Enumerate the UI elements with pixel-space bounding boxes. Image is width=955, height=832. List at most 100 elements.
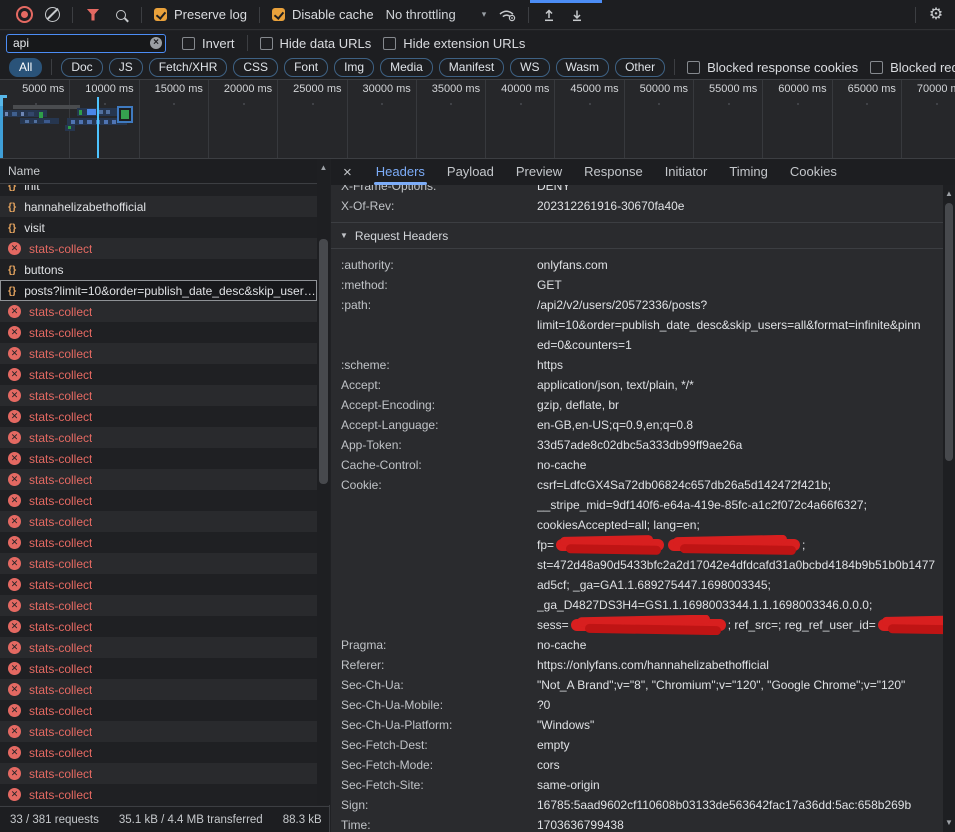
request-row[interactable]: ✕stats-collect	[0, 574, 317, 595]
request-row[interactable]: {}visit	[0, 217, 317, 238]
request-details-pane: × Headers Payload Preview Response Initiator…	[331, 159, 955, 832]
network-overview-timeline[interactable]: 5000 ms10000 ms15000 ms20000 ms25000 ms3…	[0, 80, 955, 159]
clear-input-icon[interactable]: ×	[150, 37, 162, 49]
request-name: stats-collect	[29, 389, 92, 403]
type-pill-manifest[interactable]: Manifest	[439, 58, 504, 77]
request-headers-section-header[interactable]: ▼Request Headers	[331, 222, 943, 249]
type-pill-img[interactable]: Img	[334, 58, 374, 77]
header-value-line: empty	[537, 735, 943, 755]
import-har-button[interactable]	[538, 4, 560, 26]
request-row[interactable]: ✕stats-collect	[0, 238, 317, 259]
invert-checkbox[interactable]: Invert	[182, 36, 235, 51]
type-pill-doc[interactable]: Doc	[61, 58, 102, 77]
request-row[interactable]: ✕stats-collect	[0, 742, 317, 763]
divider	[72, 7, 73, 23]
chevron-down-icon: ▾	[482, 9, 487, 20]
filter-button[interactable]	[82, 4, 104, 26]
type-pill-all[interactable]: All	[9, 58, 42, 77]
request-row[interactable]: ✕stats-collect	[0, 406, 317, 427]
scroll-up-icon[interactable]: ▲	[317, 161, 330, 175]
header-value-text: _ga_D4827DS3H4=GS1.1.1698003344.1.1.1698…	[537, 598, 872, 612]
divider	[51, 59, 52, 75]
request-row[interactable]: ✕stats-collect	[0, 511, 317, 532]
tab-response[interactable]: Response	[584, 159, 643, 185]
name-column-header[interactable]: Name	[0, 159, 329, 184]
type-pill-media[interactable]: Media	[380, 58, 433, 77]
clear-network-log-button[interactable]	[41, 4, 63, 26]
throttling-dropdown[interactable]: No throttling ▾	[386, 7, 487, 22]
request-row[interactable]: ✕stats-collect	[0, 637, 317, 658]
divider	[259, 7, 260, 23]
type-pill-other[interactable]: Other	[615, 58, 665, 77]
request-row[interactable]: {}hannahelizabethofficial	[0, 196, 317, 217]
request-name: stats-collect	[29, 515, 92, 529]
scroll-down-icon[interactable]: ▼	[943, 816, 955, 830]
request-row[interactable]: ✕stats-collect	[0, 679, 317, 700]
request-row[interactable]: ✕stats-collect	[0, 343, 317, 364]
request-row[interactable]: ✕stats-collect	[0, 658, 317, 679]
request-name: stats-collect	[29, 767, 92, 781]
request-row[interactable]: ✕stats-collect	[0, 784, 317, 805]
request-row[interactable]: ✕stats-collect	[0, 553, 317, 574]
export-har-button[interactable]	[566, 4, 588, 26]
tab-timing[interactable]: Timing	[729, 159, 768, 185]
type-pill-ws[interactable]: WS	[510, 58, 549, 77]
blocked-requests-checkbox[interactable]: Blocked requests	[870, 60, 955, 75]
close-icon[interactable]: ×	[343, 165, 352, 180]
request-row[interactable]: ✕stats-collect	[0, 700, 317, 721]
request-row[interactable]: ✕stats-collect	[0, 763, 317, 784]
request-row[interactable]: ✕stats-collect	[0, 469, 317, 490]
script-icon: {}	[8, 201, 16, 213]
type-pill-css[interactable]: CSS	[233, 58, 278, 77]
request-row[interactable]: ✕stats-collect	[0, 385, 317, 406]
header-name: Cache-Control:	[331, 455, 537, 475]
request-row[interactable]: ✕stats-collect	[0, 448, 317, 469]
script-icon: {}	[8, 264, 16, 276]
timeline-subtick-dot	[866, 103, 868, 105]
request-row[interactable]: ✕stats-collect	[0, 490, 317, 511]
overview-left-handle[interactable]	[0, 97, 3, 158]
request-row[interactable]: ✕stats-collect	[0, 301, 317, 322]
disable-cache-checkbox[interactable]: Disable cache	[272, 7, 374, 22]
header-value-text: https://onlyfans.com/hannahelizabethoffi…	[537, 658, 769, 672]
request-row[interactable]: ✕stats-collect	[0, 532, 317, 553]
tab-preview[interactable]: Preview	[516, 159, 562, 185]
type-pill-js[interactable]: JS	[109, 58, 143, 77]
hide-data-urls-label: Hide data URLs	[280, 36, 372, 51]
details-scrollbar[interactable]: ▲ ▼	[943, 185, 955, 832]
blocked-response-cookies-checkbox[interactable]: Blocked response cookies	[687, 60, 858, 75]
requests-scrollbar[interactable]: ▲	[317, 159, 330, 805]
details-scrollbar-thumb[interactable]	[945, 203, 953, 461]
request-row[interactable]: ✕stats-collect	[0, 364, 317, 385]
header-value-line: ed=0&counters=1	[537, 335, 943, 355]
request-row[interactable]: ✕stats-collect	[0, 322, 317, 343]
request-row[interactable]: {}init	[0, 185, 317, 196]
request-row[interactable]: ✕stats-collect	[0, 616, 317, 637]
tab-payload[interactable]: Payload	[447, 159, 494, 185]
preserve-log-checkbox[interactable]: Preserve log	[154, 7, 247, 22]
network-conditions-button[interactable]	[497, 4, 519, 26]
filter-input[interactable]	[6, 34, 166, 53]
tab-cookies[interactable]: Cookies	[790, 159, 837, 185]
timeline-subtick-dot	[450, 103, 452, 105]
header-row: Sec-Ch-Ua-Platform:"Windows"	[331, 715, 943, 735]
type-pill-wasm[interactable]: Wasm	[556, 58, 610, 77]
request-name: stats-collect	[29, 431, 92, 445]
type-pill-font[interactable]: Font	[284, 58, 328, 77]
hide-data-urls-checkbox[interactable]: Hide data URLs	[260, 36, 372, 51]
requests-scrollbar-thumb[interactable]	[319, 239, 328, 484]
hide-extension-urls-checkbox[interactable]: Hide extension URLs	[383, 36, 525, 51]
record-network-log-button[interactable]	[13, 4, 35, 26]
tab-initiator[interactable]: Initiator	[665, 159, 708, 185]
request-row[interactable]: {}posts?limit=10&order=publish_date_desc…	[0, 280, 317, 301]
scroll-up-icon[interactable]: ▲	[943, 187, 955, 201]
type-pill-fetch-xhr[interactable]: Fetch/XHR	[149, 58, 228, 77]
status-item: 88.3 kB	[273, 814, 332, 826]
search-button[interactable]	[110, 4, 132, 26]
request-row[interactable]: ✕stats-collect	[0, 595, 317, 616]
tab-headers[interactable]: Headers	[376, 159, 425, 185]
request-row[interactable]: ✕stats-collect	[0, 427, 317, 448]
settings-button[interactable]: ⚙	[925, 4, 947, 26]
request-row[interactable]: {}buttons	[0, 259, 317, 280]
request-row[interactable]: ✕stats-collect	[0, 721, 317, 742]
